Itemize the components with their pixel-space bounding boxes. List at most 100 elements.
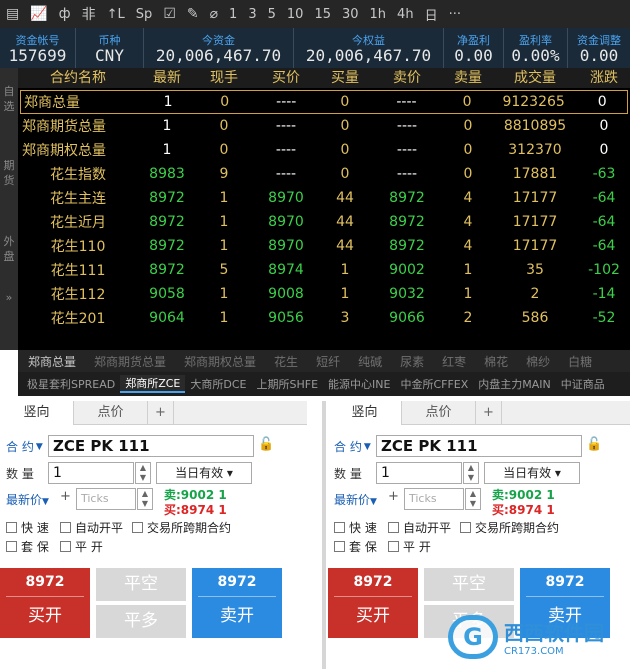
col-header-last[interactable]: 最新 — [138, 68, 196, 88]
hedge-checkbox[interactable]: 套 保 — [6, 538, 49, 555]
lock-icon[interactable]: 🔓 — [586, 437, 602, 452]
close-long-button[interactable]: 平多 — [96, 605, 186, 638]
add-tab-icon[interactable]: + — [148, 401, 174, 425]
auto-offset-checkbox[interactable]: 自动开平 — [60, 519, 123, 536]
period-day[interactable]: 日 — [425, 5, 438, 24]
side-tab-watchlist[interactable]: 自选 — [0, 84, 18, 114]
qty-stepper[interactable]: ▲ ▼ — [135, 462, 151, 484]
product-tab-staple[interactable]: 短纤 — [316, 353, 340, 370]
side-tab-futures[interactable]: 期货 — [0, 158, 18, 188]
table-row[interactable]: 花生111 8972 5 8974 1 9002 1 35 -102 — [18, 258, 630, 282]
table-row[interactable]: 花生近月 8972 1 8970 44 8972 4 17177 -64 — [18, 210, 630, 234]
chevron-down-icon[interactable]: ▼ — [364, 442, 371, 452]
col-header-volume-now[interactable]: 现手 — [196, 68, 252, 88]
close-short-button[interactable]: 平空 — [424, 568, 514, 601]
period-30m[interactable]: 30 — [342, 7, 359, 22]
tab-click-price[interactable]: 点价 — [402, 401, 476, 425]
product-tab-zce-total[interactable]: 郑商总量 — [28, 353, 76, 370]
table-row[interactable]: 花生主连 8972 1 8970 44 8972 4 17177 -64 — [18, 186, 630, 210]
eraser-icon[interactable]: ⌀ — [210, 6, 218, 22]
tab-click-price[interactable]: 点价 — [74, 401, 148, 425]
table-row[interactable]: 花生110 8972 1 8970 44 8972 4 17177 -64 — [18, 234, 630, 258]
plus-icon[interactable]: + — [388, 489, 399, 504]
exchange-tab-dce[interactable]: 大商所DCE — [185, 376, 251, 392]
panel-divider[interactable] — [322, 401, 326, 669]
table-row[interactable]: 郑商期权总量 1 0 ---- 0 ---- 0 312370 0 — [18, 138, 630, 162]
period-15m[interactable]: 15 — [314, 7, 331, 22]
sell-open-button[interactable]: 8972 卖开 — [192, 568, 282, 638]
col-header-change[interactable]: 涨跌 — [578, 68, 630, 88]
hedge-checkbox[interactable]: 套 保 — [334, 538, 377, 555]
bar-icon[interactable]: 非 — [82, 4, 96, 24]
period-5m[interactable]: 5 — [268, 7, 276, 22]
contract-label[interactable]: 合 约 — [6, 438, 34, 455]
cross-period-checkbox[interactable]: 交易所跨期合约 — [460, 519, 559, 536]
col-header-bid[interactable]: 买价 — [252, 68, 320, 88]
product-tab-soda[interactable]: 纯碱 — [358, 353, 382, 370]
cross-period-checkbox[interactable]: 交易所跨期合约 — [132, 519, 231, 536]
ticks-stepper[interactable]: ▲ ▼ — [137, 488, 153, 510]
lock-icon[interactable]: 🔓 — [258, 437, 274, 452]
fast-checkbox[interactable]: 快 速 — [334, 519, 377, 536]
chevron-down-icon[interactable]: ▼ — [36, 442, 43, 452]
close-open-checkbox[interactable]: 平 开 — [388, 538, 431, 555]
table-row[interactable]: 郑商期货总量 1 0 ---- 0 ---- 0 8810895 0 — [18, 114, 630, 138]
product-tab-zce-futures[interactable]: 郑商期货总量 — [94, 353, 166, 370]
table-row[interactable]: 郑商总量 1 0 ---- 0 ---- 0 9123265 0 — [20, 90, 628, 114]
contract-input[interactable]: ZCE PK 111 — [376, 435, 582, 457]
qty-input[interactable]: 1 — [376, 462, 462, 484]
buy-open-button[interactable]: 8972 买开 — [328, 568, 418, 638]
exchange-tab-cffex[interactable]: 中金所CFFEX — [395, 376, 473, 392]
col-header-ask[interactable]: 卖价 — [370, 68, 444, 88]
side-tab-foreign[interactable]: 外盘 — [0, 234, 18, 264]
exchange-tab-zce[interactable]: 郑商所ZCE — [120, 375, 186, 393]
period-1h[interactable]: 1h — [370, 7, 387, 22]
period-1m[interactable]: 1 — [229, 7, 237, 22]
exchange-tab-shfe[interactable]: 上期所SHFE — [252, 376, 324, 392]
add-tab-icon[interactable]: + — [476, 401, 502, 425]
exchange-tab-ine[interactable]: 能源中心INE — [323, 376, 395, 392]
period-10m[interactable]: 10 — [287, 7, 304, 22]
candle-icon[interactable]: ф — [59, 6, 71, 22]
qty-stepper[interactable]: ▲ ▼ — [463, 462, 479, 484]
validity-select[interactable]: 当日有效 ▾ — [156, 462, 252, 484]
plus-icon[interactable]: + — [60, 489, 71, 504]
col-header-name[interactable]: 合约名称 — [18, 68, 138, 88]
qty-input[interactable]: 1 — [48, 462, 134, 484]
price-type-select[interactable]: 最新价▼ — [6, 491, 49, 508]
contract-label[interactable]: 合 约 — [334, 438, 362, 455]
ticks-input[interactable]: Ticks — [76, 488, 136, 510]
exchange-tab-spread[interactable]: 极星套利SPREAD — [22, 376, 120, 392]
auto-offset-checkbox[interactable]: 自动开平 — [388, 519, 451, 536]
col-header-turnover[interactable]: 成交量 — [492, 68, 578, 88]
line-chart-icon[interactable]: 📈 — [30, 6, 47, 22]
table-row[interactable]: 花生112 9058 1 9008 1 9032 1 2 -14 — [18, 282, 630, 306]
contract-input[interactable]: ZCE PK 111 — [48, 435, 254, 457]
product-tab-zce-options[interactable]: 郑商期权总量 — [184, 353, 256, 370]
price-type-select[interactable]: 最新价▼ — [334, 491, 377, 508]
tab-vertical[interactable]: 竖向 — [328, 401, 402, 425]
more-icon[interactable]: ··· — [449, 7, 461, 22]
checkbox-icon[interactable]: ☑ — [163, 6, 176, 22]
tab-vertical[interactable]: 竖向 — [0, 401, 74, 425]
buy-open-button[interactable]: 8972 买开 — [0, 568, 90, 638]
product-tab-jujube[interactable]: 红枣 — [442, 353, 466, 370]
period-4h[interactable]: 4h — [397, 7, 414, 22]
exchange-tab-main[interactable]: 内盘主力MAIN — [473, 376, 556, 392]
product-tab-sugar[interactable]: 白糖 — [568, 353, 592, 370]
fast-checkbox[interactable]: 快 速 — [6, 519, 49, 536]
product-tab-urea[interactable]: 尿素 — [400, 353, 424, 370]
product-tab-yarn[interactable]: 棉纱 — [526, 353, 550, 370]
ticks-input[interactable]: Ticks — [404, 488, 464, 510]
close-short-button[interactable]: 平空 — [96, 568, 186, 601]
list-icon[interactable]: ▤ — [6, 6, 19, 22]
col-header-ask-qty[interactable]: 卖量 — [444, 68, 492, 88]
product-tab-peanut[interactable]: 花生 — [274, 353, 298, 370]
spread-button[interactable]: Sp — [136, 7, 153, 22]
validity-select[interactable]: 当日有效 ▾ — [484, 462, 580, 484]
ticks-stepper[interactable]: ▲ ▼ — [465, 488, 481, 510]
table-row[interactable]: 花生201 9064 1 9056 3 9066 2 586 -52 — [18, 306, 630, 330]
col-header-bid-qty[interactable]: 买量 — [320, 68, 370, 88]
close-open-checkbox[interactable]: 平 开 — [60, 538, 103, 555]
product-tab-cotton[interactable]: 棉花 — [484, 353, 508, 370]
